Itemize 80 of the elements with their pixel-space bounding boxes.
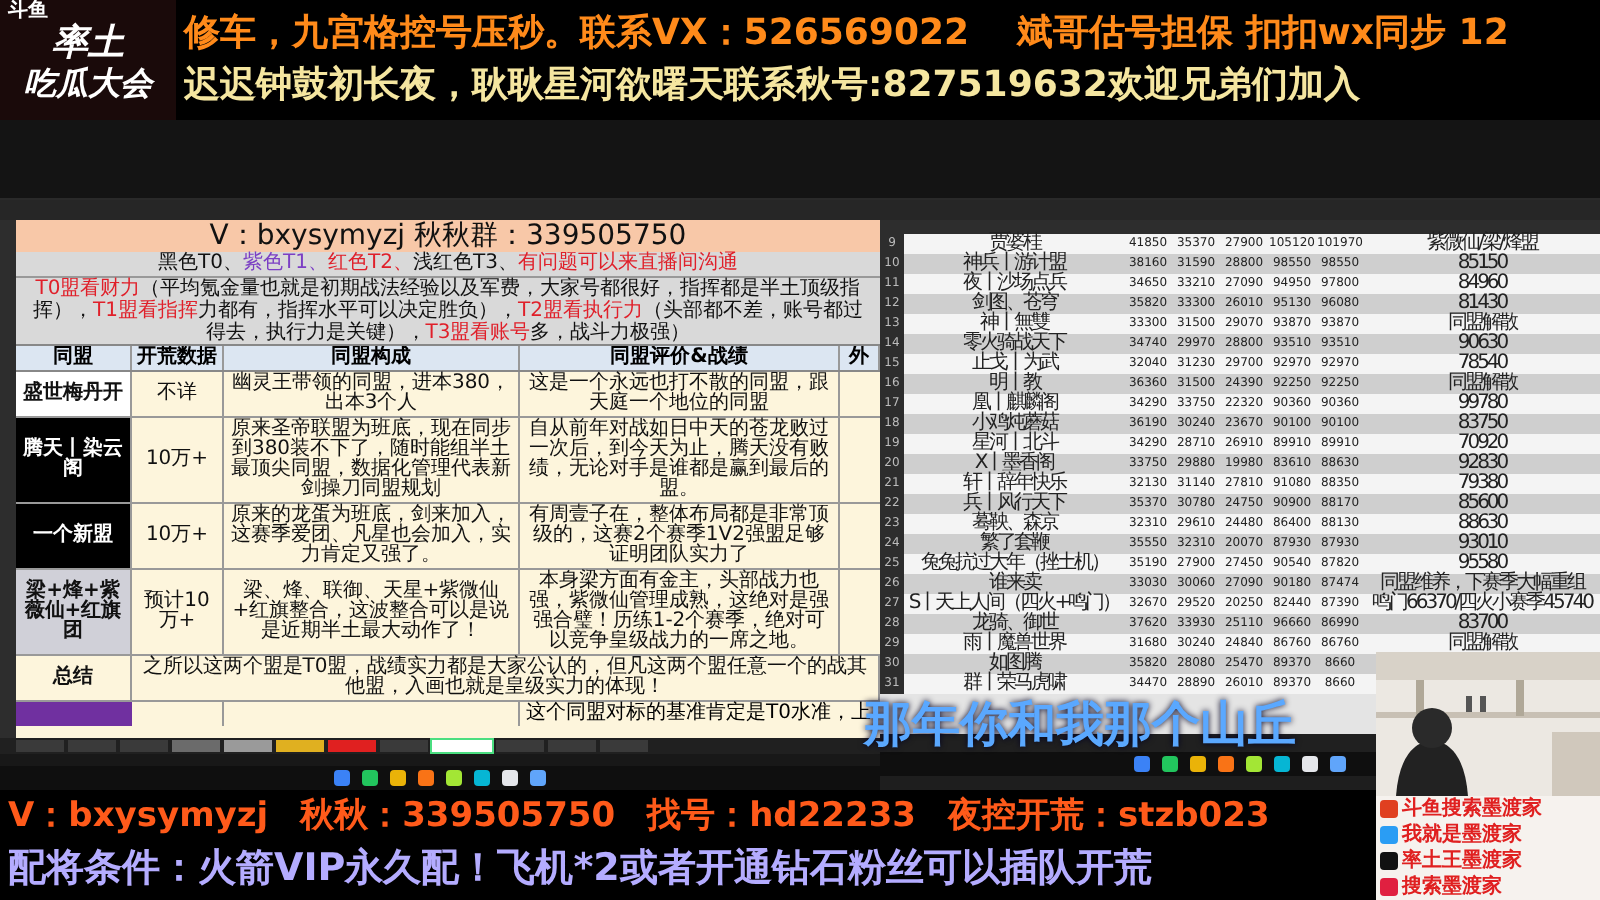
table-cell: 梁、烽、联御、天星+紫微仙+红旗整合，这波整合可以是说是近期半土最大动作了！ [224,570,520,656]
alliance-cell: 盛世梅丹开 [16,372,132,418]
table-cell-text: S丨天上人间（四火+鸣门） [906,594,1122,614]
table-cell-text: 84960 [1455,274,1510,294]
table-cell-text: 龙骑、御世 [971,614,1058,634]
ticker-text: 迟迟钟鼓初长夜，耿耿星河欲曙天联系秋号:827519632欢迎兄弟们加入 [184,64,1362,108]
alliance-cell: 一个新盟 [16,504,132,570]
table-cell-text: 明丨教 [988,374,1041,394]
table-cell-text: 神丨無雙 [980,314,1049,334]
summary-text: 之所以这两个盟是T0盟，战绩实力都是大家公认的，但凡这两个盟任意一个的战其他盟，入画也就是皇级实力的体现！ [132,656,880,702]
table-cell-text: 同盟解散 [1446,634,1519,654]
table-cell-text: 99780 [1455,394,1510,414]
contact-text: 秋秋：339505750 [300,794,616,840]
table-cell: 预计10万+ [132,570,224,656]
column-header: 同盟 [16,346,132,370]
table-cell: 原来的龙蛋为班底，剑来加入，这赛季爱团、凡星也会加入，实力肯定又强了。 [224,504,520,570]
table-cell-text: 70920 [1455,434,1510,454]
table-cell: 不详 [132,372,224,418]
ticker-text: 斌哥估号担保 扣扣wx同步 12 [1017,12,1509,56]
table-cell-text: 止戈丨为武 [969,354,1060,374]
table-cell: 10万+ [132,504,224,570]
platform-label: 率土王墨渡家 [1402,849,1522,873]
table-cell-text: 同盟解散 [1446,314,1519,334]
platform-label: 我就是墨渡家 [1402,823,1522,847]
table-cell-text: 79380 [1455,474,1510,494]
table-cell-text: 贾婆桂 [988,234,1041,254]
table-cell-text: 兔兔抗过大年（挫土机） [918,554,1110,574]
table-cell: 幽灵王带领的同盟，进本380，出本3个人 [224,372,520,418]
table-cell-text: 93010 [1455,534,1510,554]
logo-subtitle: 吃瓜大会 [24,64,152,104]
table-cell: 有周壹子在，整体布局都是非常顶级的，这赛2个赛季1V2强盟足够证明团队实力了 [520,504,840,570]
table-cell: 自从前年对战如日中天的苍龙败过一次后，到今天为止，腾天没有败绩，无论对手是谁都是赢到最后的盟。 [520,418,840,504]
table-cell-text: 凰丨麒麟阁 [969,394,1060,414]
table-cell-text: 83700 [1457,614,1508,634]
table-cell-text: 繁了套鞭 [980,534,1049,554]
table-cell-text: 蓦鞅、森京 [969,514,1060,534]
table-cell-text: 夜丨沙场点兵 [961,274,1068,294]
contact-text: 夜控开荒：stzb023 [947,794,1270,840]
table-cell: 这是一个永远也打不散的同盟，跟天庭一个地位的同盟 [520,372,840,418]
table-cell-text: 轩丨辞年快乐 [961,474,1068,494]
table-cell-text: 83750 [1455,414,1510,434]
table-cell-text: 88630 [1455,514,1510,534]
sheet-banner: V：bxysymyzj 秋秋群：339505750 [16,220,880,252]
description-text: T0盟看财力（平均氪金量也就是初期战法经验以及军费，大家号都很好，指挥都是半土顶级指挥），T1盟看指挥力都有，指挥水平可以决定胜负），T2盟看执行力（头部都不差，账号都过得去，执行力是关键），T3盟看账号多，战斗力极强） [16,278,880,344]
table-cell-text: 群丨荣马虎啸 [961,674,1068,694]
table-cell-text: 谁来卖 [988,574,1041,594]
table-cell-text: 零火骑战天下 [961,334,1068,354]
table-cell-text: 同盟解散 [1446,374,1519,394]
table-cell-text: 剑图、苍穹 [969,294,1060,314]
table-cell-text: 81430 [1457,294,1508,314]
table-cell-text: 78540 [1457,354,1508,374]
logo-title: 率土 [52,24,124,64]
contact-text: V：bxysymyzj [8,794,269,840]
table-cell-text: 95580 [1455,554,1508,574]
table-cell-text: 同盟维养，下赛季大幅重组 [1380,574,1585,594]
table-cell-text: X丨墨香阁 [974,454,1054,474]
table-cell-text: 如图腾 [988,654,1041,674]
notice-text: 配将条件：火箭VIP永久配！飞机*2或者开通钻石粉丝可以插队开荒 [8,844,1152,894]
table-cell-text: 鸣门66370/四火小赛季45740 [1370,594,1595,614]
table-cell-text: 紫微仙/梁/烽盟 [1425,234,1540,254]
contact-text: 找号：hd22233 [647,794,916,840]
table-cell-text: 神兵丨游计盟 [961,254,1068,274]
table-cell: 本身梁方面有金主，头部战力也强，紫微仙管理成熟，这绝对是强强合璧！历练1-2个赛季，绝对可以竞争皇级战力的一席之地。 [520,570,840,656]
table-cell-text: 雨丨魔兽世界 [961,634,1068,654]
table-cell-text: 85150 [1455,254,1510,274]
table-cell: 原来圣帝联盟为班底，现在同步到380装不下了，随时能组半土最顶尖同盟，数据化管理代表新剑操刀同盟规划 [224,418,520,504]
table-cell-text: 92830 [1455,454,1510,474]
table-cell: 10万+ [132,418,224,504]
alliance-cell: 梁+烽+紫薇仙+红旗团 [16,570,132,656]
table-cell-text: 兵丨风行天下 [961,494,1068,514]
table-cell-text: 85600 [1455,494,1510,514]
platform-label: 搜索墨渡家 [1402,875,1502,899]
summary-label: 总结 [16,656,132,702]
ticker-text: 修车，九宫格控号压秒。联系VX：526569022 [184,12,970,56]
platform-label: 斗鱼搜索墨渡家 [1402,797,1542,821]
table-cell-text: 星河丨北斗 [969,434,1060,454]
table-cell-text: 小鸡炖蘑菇 [969,414,1060,434]
table-cell-text: 90630 [1455,334,1510,354]
alliance-cell: 腾天丨染云阁 [16,418,132,504]
legend-text: 黑色T0、紫色T1、红色T2、浅红色T3、有问题可以来直播间沟通 [16,252,880,278]
